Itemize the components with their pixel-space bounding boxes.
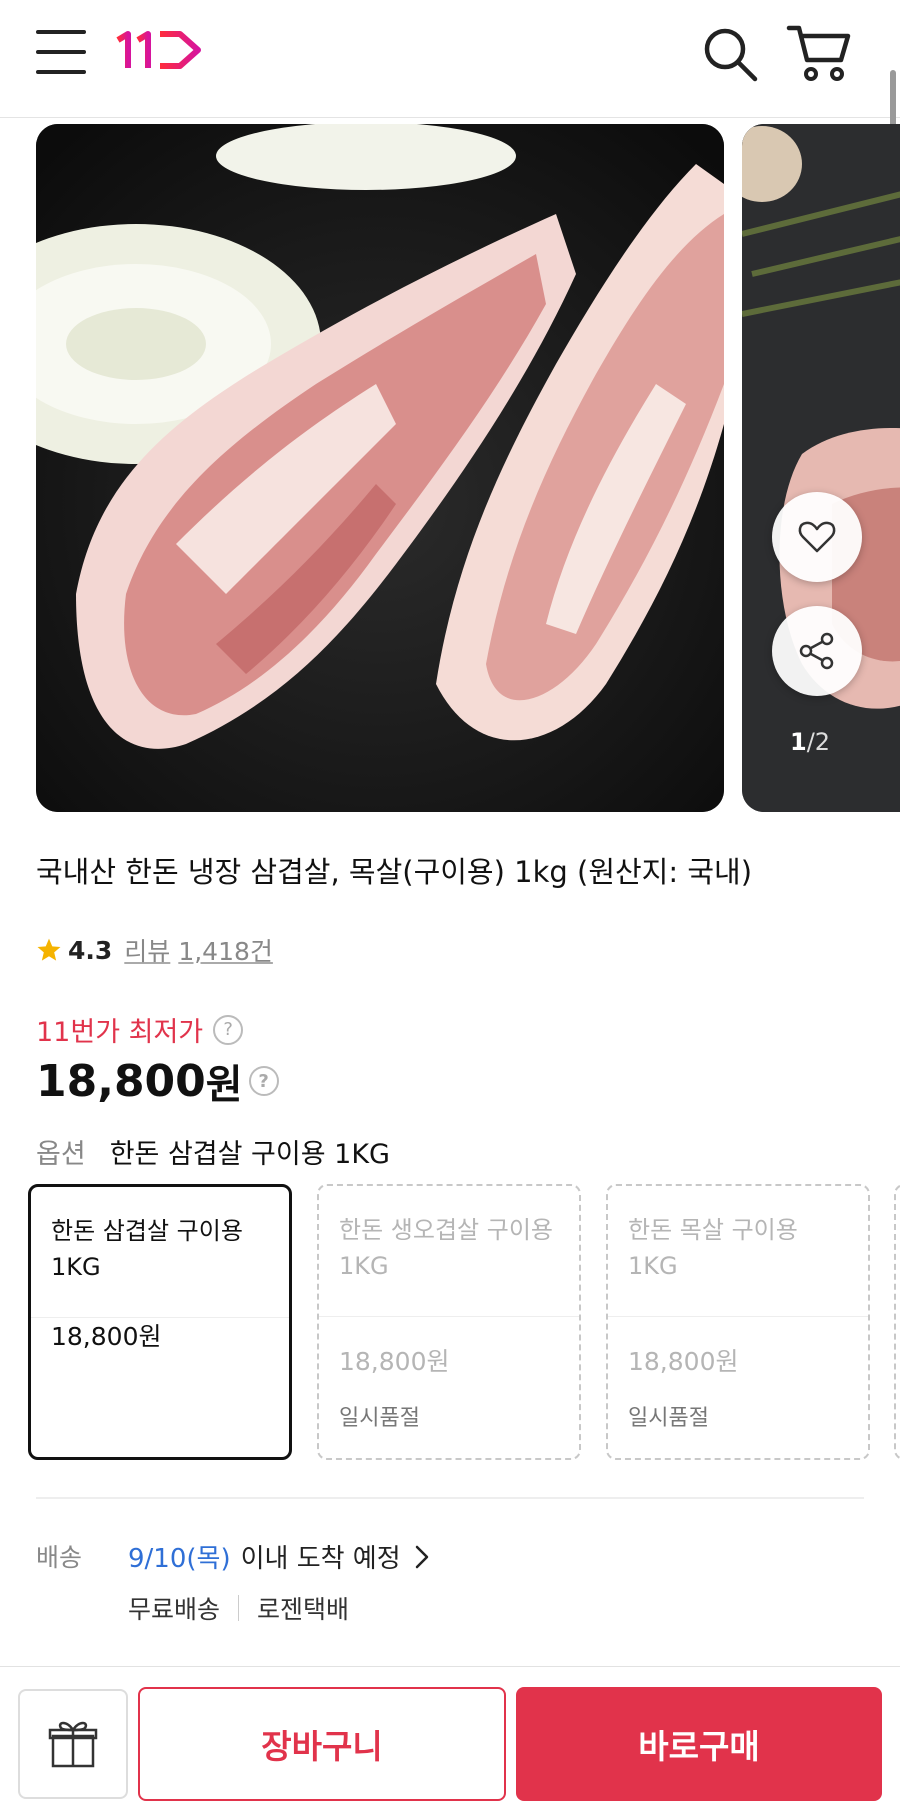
option-status: 일시품절 [628, 1406, 709, 1431]
gift-button[interactable] [18, 1689, 128, 1799]
carrier: 로젠택배 [257, 1595, 350, 1624]
11st-logo[interactable] [116, 28, 206, 72]
lowest-price-label: 11번가 최저가 [36, 1017, 204, 1048]
wishlist-button[interactable] [772, 492, 862, 582]
option-cards: 한돈 삼겹살 구이용 1KG 18,800원 한돈 생오겹살 구이용 1KG 1… [28, 1184, 900, 1460]
gift-icon [48, 1721, 98, 1768]
top-header [0, 0, 900, 118]
product-image-next [742, 124, 900, 812]
free-shipping: 무료배송 [128, 1595, 221, 1624]
option-selected-name: 한돈 삼겹살 구이용 1KG [109, 1139, 390, 1170]
option-name: 한돈 삼겹살 구이용 1KG [51, 1217, 243, 1281]
option-price: 18,800원 [51, 1322, 162, 1351]
shipping-label: 배송 [36, 1543, 83, 1572]
share-icon [799, 632, 834, 670]
option-label: 옵션 [36, 1139, 86, 1170]
rating-value: 4.3 [68, 935, 113, 965]
shipping-date: 9/10(목) [128, 1544, 231, 1574]
shipping-date-row[interactable]: 9/10(목) 이내 도착 예정 [128, 1538, 431, 1575]
price-value: 18,800 [36, 1055, 206, 1107]
option-price: 18,800원 [628, 1347, 739, 1376]
buy-now-button[interactable]: 바로구매 [516, 1687, 882, 1801]
chevron-right-icon [415, 1545, 428, 1568]
option-status: 일시품절 [339, 1406, 420, 1431]
help-icon[interactable]: ? [213, 1014, 244, 1045]
price-row: 18,800 원 ? [36, 1052, 279, 1110]
product-image-pork-belly [36, 124, 724, 812]
option-price: 18,800원 [339, 1347, 450, 1376]
lowest-price-row: 11번가 최저가 ? [36, 1010, 244, 1049]
bottom-action-bar: 장바구니 바로구매 [0, 1666, 900, 1816]
shipping-arrival-text: 이내 도착 예정 [240, 1544, 401, 1574]
shipping-details: 무료배송 로젠택배 [128, 1590, 349, 1626]
option-divider [608, 1316, 868, 1317]
option-card-selected[interactable]: 한돈 삼겹살 구이용 1KG 18,800원 [28, 1184, 292, 1460]
gallery-page-indicator: 1/2 [790, 728, 830, 756]
option-card-partial[interactable] [894, 1184, 900, 1460]
price-help-icon[interactable]: ? [248, 1066, 279, 1096]
section-divider [36, 1497, 864, 1499]
option-divider [319, 1316, 579, 1317]
review-label[interactable]: 리뷰 [124, 932, 170, 968]
heart-icon [798, 521, 836, 553]
product-image-gallery[interactable]: 1/2 [0, 124, 900, 812]
price-unit: 원 [205, 1062, 243, 1108]
hamburger-menu-icon[interactable] [36, 30, 86, 74]
option-name: 한돈 목살 구이용 1KG [628, 1216, 798, 1280]
option-row: 옵션 한돈 삼겹살 구이용 1KG [36, 1132, 390, 1171]
share-button[interactable] [772, 606, 862, 696]
separator [238, 1595, 240, 1621]
search-icon[interactable] [700, 24, 760, 84]
product-title: 국내산 한돈 냉장 삼겹살, 목살(구이용) 1kg (원산지: 국내) [36, 855, 753, 889]
cart-icon[interactable] [786, 22, 852, 84]
current-page: 1 [790, 728, 807, 756]
star-icon [37, 938, 61, 961]
option-card-soldout[interactable]: 한돈 목살 구이용 1KG 18,800원 일시품절 [606, 1184, 870, 1460]
option-name: 한돈 생오겹살 구이용 1KG [339, 1216, 553, 1280]
rating-row[interactable]: 4.3 리뷰 1,418건 [36, 932, 273, 968]
page-separator: / [806, 728, 815, 756]
review-count[interactable]: 1,418건 [178, 932, 273, 968]
add-to-cart-button[interactable]: 장바구니 [138, 1687, 506, 1801]
total-pages: 2 [814, 728, 831, 756]
option-card-soldout[interactable]: 한돈 생오겹살 구이용 1KG 18,800원 일시품절 [317, 1184, 581, 1460]
